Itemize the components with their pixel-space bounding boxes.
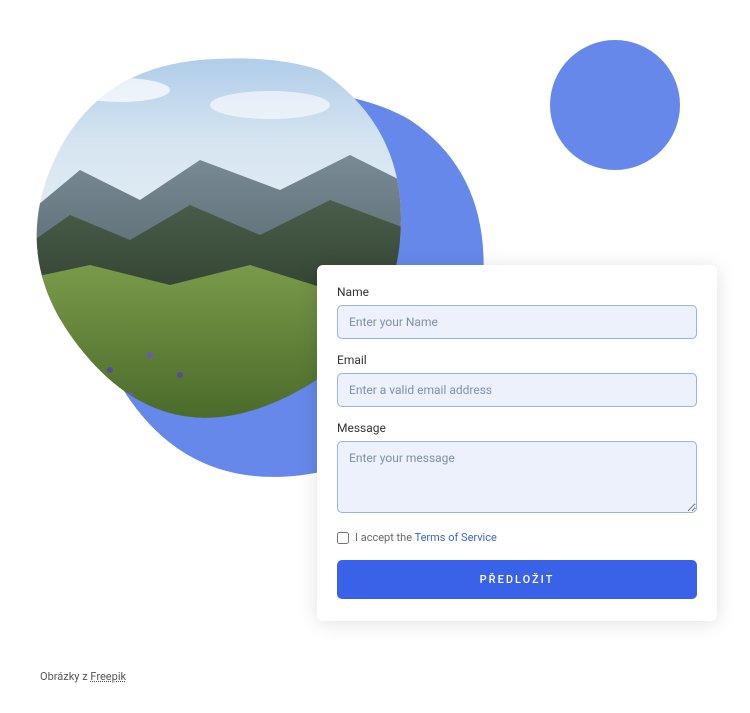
email-field-group: Email [337,353,697,407]
terms-checkbox[interactable] [337,532,349,544]
submit-button[interactable]: PŘEDLOŽIT [337,560,697,599]
decorative-circle [550,40,680,170]
name-label: Name [337,285,697,299]
contact-form-card: Name Email Message I accept the Terms of… [317,265,717,621]
image-attribution: Obrázky z Freepik [40,670,126,683]
name-field-group: Name [337,285,697,339]
terms-of-service-link[interactable]: Terms of Service [415,531,497,544]
message-field-group: Message [337,421,697,517]
name-input[interactable] [337,305,697,339]
message-label: Message [337,421,697,435]
email-input[interactable] [337,373,697,407]
freepik-link[interactable]: Freepik [90,670,126,683]
terms-text: I accept the Terms of Service [355,531,497,544]
message-textarea[interactable] [337,441,697,513]
email-label: Email [337,353,697,367]
page-canvas: Name Email Message I accept the Terms of… [0,0,750,713]
terms-checkbox-row: I accept the Terms of Service [337,531,697,544]
